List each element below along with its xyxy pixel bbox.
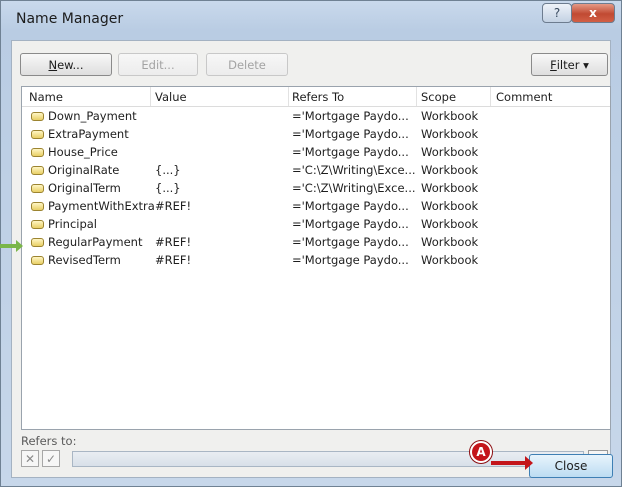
item-scope: Workbook bbox=[421, 235, 479, 249]
name-tag-icon bbox=[31, 220, 44, 229]
column-divider[interactable] bbox=[490, 87, 491, 106]
item-scope: Workbook bbox=[421, 181, 479, 195]
close-button[interactable]: Close bbox=[529, 454, 613, 478]
item-name: ExtraPayment bbox=[48, 127, 129, 141]
item-name: House_Price bbox=[48, 145, 118, 159]
list-item[interactable]: House_Price ='Mortgage Paydo... Workbook bbox=[22, 144, 610, 162]
item-name: RevisedTerm bbox=[48, 253, 121, 267]
name-tag-icon bbox=[31, 202, 44, 211]
item-scope: Workbook bbox=[421, 109, 479, 123]
item-name: Down_Payment bbox=[48, 109, 137, 123]
close-button-label: Close bbox=[554, 459, 588, 473]
name-tag-icon bbox=[31, 184, 44, 193]
confirm-edit-button[interactable]: ✓ bbox=[42, 450, 60, 467]
item-refers-to: ='Mortgage Paydo... bbox=[292, 145, 409, 159]
name-manager-dialog: Name Manager ? x New... Edit... Delete F… bbox=[0, 0, 622, 487]
name-tag-icon bbox=[31, 166, 44, 175]
edit-button-label: Edit... bbox=[141, 57, 175, 72]
item-name: Principal bbox=[48, 217, 98, 231]
refers-to-label: Refers to: bbox=[21, 434, 77, 448]
filter-button-label: ilter ▾ bbox=[556, 57, 589, 72]
dialog-title: Name Manager bbox=[16, 11, 124, 27]
item-scope: Workbook bbox=[421, 217, 479, 231]
column-header-scope[interactable]: Scope bbox=[421, 90, 456, 104]
callout-label: A bbox=[476, 445, 486, 459]
item-scope: Workbook bbox=[421, 253, 479, 267]
column-header-comment[interactable]: Comment bbox=[496, 90, 552, 104]
filter-button[interactable]: Filter ▾ bbox=[531, 53, 608, 76]
list-item[interactable]: Principal ='Mortgage Paydo... Workbook bbox=[22, 216, 610, 234]
item-refers-to: ='C:\Z\Writing\Exce... bbox=[292, 181, 416, 195]
column-header-refers-to[interactable]: Refers To bbox=[292, 90, 344, 104]
names-list[interactable]: Name Value Refers To Scope Comment Down_… bbox=[21, 86, 611, 430]
name-tag-icon bbox=[31, 130, 44, 139]
new-button[interactable]: New... bbox=[20, 53, 112, 76]
name-tag-icon bbox=[31, 148, 44, 157]
name-tag-icon bbox=[31, 238, 44, 247]
new-button-accel: N bbox=[48, 57, 58, 72]
step-callout-badge: A bbox=[470, 441, 492, 463]
item-name: RegularPayment bbox=[48, 235, 143, 249]
item-refers-to: ='Mortgage Paydo... bbox=[292, 127, 409, 141]
list-item[interactable]: PaymentWithExtra #REF! ='Mortgage Paydo.… bbox=[22, 198, 610, 216]
list-item[interactable]: OriginalTerm {...} ='C:\Z\Writing\Exce..… bbox=[22, 180, 610, 198]
item-value: {...} bbox=[155, 163, 181, 177]
list-item[interactable]: ExtraPayment ='Mortgage Paydo... Workboo… bbox=[22, 126, 610, 144]
column-header-name[interactable]: Name bbox=[29, 90, 63, 104]
item-scope: Workbook bbox=[421, 163, 479, 177]
item-value: {...} bbox=[155, 181, 181, 195]
checkmark-icon: ✓ bbox=[45, 451, 57, 466]
delete-button-label: Delete bbox=[228, 57, 266, 72]
window-close-button[interactable]: x bbox=[571, 3, 615, 23]
pointer-arrow-icon bbox=[0, 240, 23, 252]
cancel-icon: ✕ bbox=[24, 451, 36, 466]
list-header: Name Value Refers To Scope Comment bbox=[22, 87, 610, 107]
item-scope: Workbook bbox=[421, 127, 479, 141]
title-bar[interactable]: Name Manager ? x bbox=[1, 1, 621, 38]
delete-button[interactable]: Delete bbox=[206, 53, 288, 76]
item-refers-to: ='Mortgage Paydo... bbox=[292, 217, 409, 231]
item-refers-to: ='Mortgage Paydo... bbox=[292, 235, 409, 249]
name-tag-icon bbox=[31, 256, 44, 265]
filter-button-accel: F bbox=[550, 57, 557, 72]
item-refers-to: ='Mortgage Paydo... bbox=[292, 109, 409, 123]
item-refers-to: ='Mortgage Paydo... bbox=[292, 253, 409, 267]
item-refers-to: ='Mortgage Paydo... bbox=[292, 199, 409, 213]
item-name: PaymentWithExtra bbox=[48, 199, 155, 213]
list-item[interactable]: RevisedTerm #REF! ='Mortgage Paydo... Wo… bbox=[22, 252, 610, 270]
list-item[interactable]: RegularPayment #REF! ='Mortgage Paydo...… bbox=[22, 234, 610, 252]
name-tag-icon bbox=[31, 112, 44, 121]
item-value: #REF! bbox=[155, 253, 192, 267]
item-refers-to: ='C:\Z\Writing\Exce... bbox=[292, 163, 416, 177]
list-item[interactable]: Down_Payment ='Mortgage Paydo... Workboo… bbox=[22, 108, 610, 126]
help-button[interactable]: ? bbox=[542, 3, 572, 23]
item-scope: Workbook bbox=[421, 199, 479, 213]
cancel-edit-button[interactable]: ✕ bbox=[21, 450, 39, 467]
dialog-body: New... Edit... Delete Filter ▾ Name Valu… bbox=[11, 40, 611, 478]
close-icon: x bbox=[589, 6, 597, 20]
item-name: OriginalTerm bbox=[48, 181, 121, 195]
item-value: #REF! bbox=[155, 235, 192, 249]
column-header-value[interactable]: Value bbox=[155, 90, 187, 104]
item-name: OriginalRate bbox=[48, 163, 120, 177]
help-icon: ? bbox=[553, 6, 561, 20]
list-item[interactable]: OriginalRate {...} ='C:\Z\Writing\Exce..… bbox=[22, 162, 610, 180]
edit-button[interactable]: Edit... bbox=[118, 53, 198, 76]
item-scope: Workbook bbox=[421, 145, 479, 159]
column-divider[interactable] bbox=[288, 87, 289, 106]
new-button-label: ew... bbox=[57, 57, 84, 72]
column-divider[interactable] bbox=[150, 87, 151, 106]
column-divider[interactable] bbox=[416, 87, 417, 106]
callout-arrow-icon bbox=[491, 456, 533, 470]
item-value: #REF! bbox=[155, 199, 192, 213]
